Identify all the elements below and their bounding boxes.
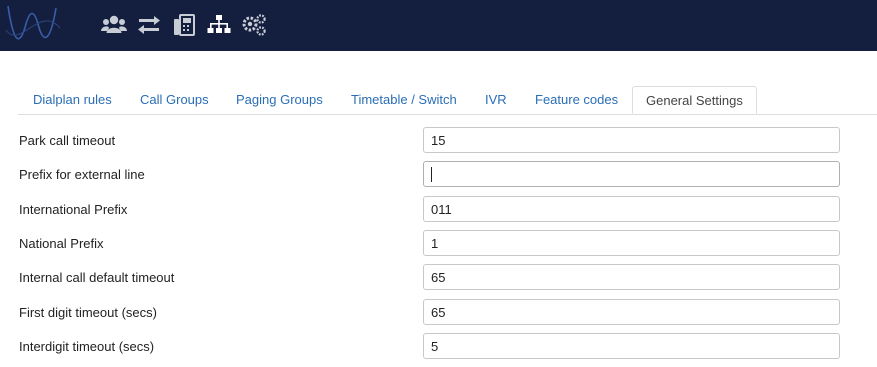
prefix-external-line-input[interactable] — [423, 161, 840, 187]
tab-general-settings[interactable]: General Settings — [632, 86, 757, 114]
tab-paging-groups[interactable]: Paging Groups — [236, 86, 323, 114]
setting-label: National Prefix — [19, 236, 104, 251]
internal-call-timeout-input[interactable] — [423, 264, 840, 290]
tab-feature-codes[interactable]: Feature codes — [535, 86, 618, 114]
tab-call-groups[interactable]: Call Groups — [140, 86, 209, 114]
setting-row-interdigit-timeout: Interdigit timeout (secs) — [0, 333, 877, 367]
setting-label: Internal call default timeout — [19, 270, 175, 285]
setting-row-first-digit-timeout: First digit timeout (secs) — [0, 299, 877, 333]
interdigit-timeout-input[interactable] — [423, 333, 840, 359]
gears-icon[interactable] — [240, 11, 268, 39]
fax-icon[interactable] — [170, 11, 198, 39]
transfer-arrows-icon[interactable] — [135, 11, 163, 39]
national-prefix-input[interactable] — [423, 230, 840, 256]
tab-timetable-switch[interactable]: Timetable / Switch — [351, 86, 457, 114]
users-icon[interactable] — [100, 11, 128, 39]
top-navbar — [0, 0, 877, 51]
setting-row-international-prefix: International Prefix — [0, 196, 877, 230]
setting-label: International Prefix — [19, 202, 128, 217]
setting-row-internal-call-timeout: Internal call default timeout — [0, 264, 877, 298]
tab-dialplan-rules[interactable]: Dialplan rules — [33, 86, 112, 114]
tab-bar: Dialplan rules Call Groups Paging Groups… — [18, 86, 877, 115]
setting-label: First digit timeout (secs) — [19, 305, 157, 320]
setting-label: Interdigit timeout (secs) — [19, 339, 155, 354]
logo[interactable] — [0, 0, 66, 51]
setting-row-prefix-external-line: Prefix for external line — [0, 161, 877, 195]
text-caret — [431, 167, 432, 182]
setting-label: Park call timeout — [19, 133, 116, 148]
international-prefix-input[interactable] — [423, 196, 840, 222]
sitemap-icon[interactable] — [205, 11, 233, 39]
tab-ivr[interactable]: IVR — [485, 86, 507, 114]
setting-row-park-call-timeout: Park call timeout — [0, 127, 877, 161]
top-icon-bar — [100, 10, 275, 40]
park-call-timeout-input[interactable] — [423, 127, 840, 153]
first-digit-timeout-input[interactable] — [423, 299, 840, 325]
setting-row-national-prefix: National Prefix — [0, 230, 877, 264]
setting-label: Prefix for external line — [19, 167, 145, 182]
